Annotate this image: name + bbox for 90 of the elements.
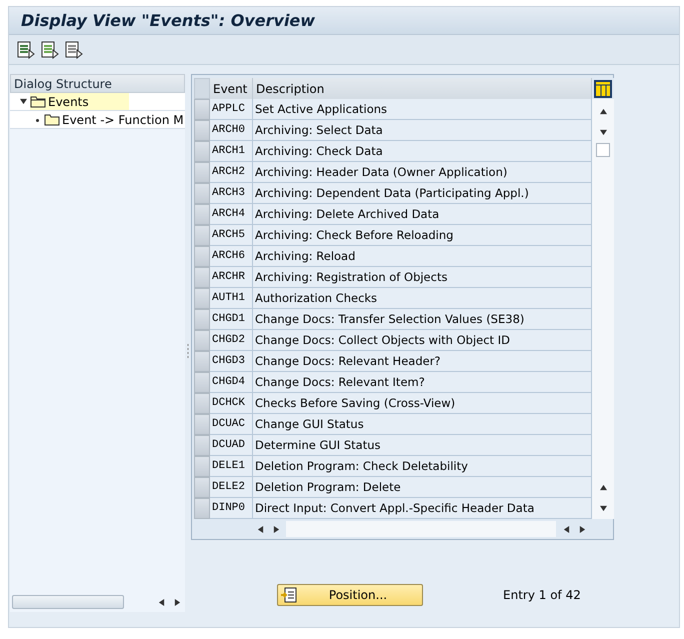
caret-icon xyxy=(20,98,26,105)
column-header[interactable]: Description xyxy=(253,78,592,99)
table-cell: DCUAC xyxy=(210,414,253,435)
table-cell: Archiving: Header Data (Owner Application) xyxy=(253,162,592,183)
table-cell: Set Active Applications xyxy=(253,99,592,120)
table-cell: DINP0 xyxy=(210,498,253,519)
row-selector[interactable] xyxy=(194,372,210,393)
right-arrow-icon xyxy=(272,526,280,532)
table-cell: Authorization Checks xyxy=(253,288,592,309)
row-selector[interactable] xyxy=(194,204,210,225)
row-selector[interactable] xyxy=(194,99,210,120)
table-cell: DCUAD xyxy=(210,435,253,456)
row-selector[interactable] xyxy=(194,288,210,309)
left-arrow-icon xyxy=(256,526,264,532)
down-arrow-icon xyxy=(600,505,606,512)
table-cell: Deletion Program: Delete xyxy=(253,477,592,498)
up-arrow-icon xyxy=(600,108,606,115)
table-cell: Archiving: Reload xyxy=(253,246,592,267)
table-cell: Change Docs: Collect Objects with Object ID xyxy=(253,330,592,351)
splitter-handle-icon[interactable] xyxy=(187,344,189,358)
row-selector[interactable] xyxy=(194,330,210,351)
table-cell: Change GUI Status xyxy=(253,414,592,435)
table-cell: ARCHR xyxy=(210,267,253,288)
table-cell: Archiving: Dependent Data (Participating Appl.) xyxy=(253,183,592,204)
row-selector[interactable] xyxy=(194,477,210,498)
row-selector[interactable] xyxy=(194,183,210,204)
row-selector[interactable] xyxy=(194,141,210,162)
table-cell: ARCH6 xyxy=(210,246,253,267)
position-button[interactable]: Position... xyxy=(277,584,423,606)
row-selector[interactable] xyxy=(194,267,210,288)
vertical-scrollbar[interactable] xyxy=(592,99,614,519)
right-arrow-icon xyxy=(174,598,180,606)
row-selector[interactable] xyxy=(194,225,210,246)
table-cell: ARCH4 xyxy=(210,204,253,225)
table-cell: Change Docs: Transfer Selection Values (SE38) xyxy=(253,309,592,330)
row-selector[interactable] xyxy=(194,456,210,477)
up-arrow-icon xyxy=(600,484,606,491)
row-selector[interactable] xyxy=(194,162,210,183)
table-cell: Checks Before Saving (Cross-View) xyxy=(253,393,592,414)
toolbar-button[interactable] xyxy=(41,40,59,58)
row-selector[interactable] xyxy=(194,309,210,330)
table-cell: Direct Input: Convert Appl.-Specific Header Data xyxy=(253,498,592,519)
row-selector[interactable] xyxy=(194,120,210,141)
folder-icon xyxy=(44,113,60,126)
position-icon xyxy=(281,587,297,603)
table-cell: Archiving: Registration of Objects xyxy=(253,267,592,288)
table-cell: Archiving: Check Data xyxy=(253,141,592,162)
row-selector[interactable] xyxy=(194,414,210,435)
scrollbar-thumb[interactable] xyxy=(596,143,610,157)
table-cell: ARCH5 xyxy=(210,225,253,246)
table-cell: CHGD2 xyxy=(210,330,253,351)
entry-count: Entry 1 of 42 xyxy=(503,588,581,602)
row-selector[interactable] xyxy=(194,393,210,414)
left-arrow-icon xyxy=(562,526,570,532)
folder-icon xyxy=(30,95,46,108)
table-cell: CHGD3 xyxy=(210,351,253,372)
row-selector[interactable] xyxy=(194,246,210,267)
toolbar-button[interactable] xyxy=(17,40,35,58)
table-cell: DELE1 xyxy=(210,456,253,477)
table-cell: CHGD4 xyxy=(210,372,253,393)
row-selector[interactable] xyxy=(194,498,210,519)
table-cell: APPLC xyxy=(210,99,253,120)
panel-header: Dialog Structure xyxy=(10,74,185,93)
table-cell: AUTH1 xyxy=(210,288,253,309)
down-arrow-icon xyxy=(600,129,606,136)
window-title: Display View "Events": Overview xyxy=(21,11,316,30)
table-cell: ARCH1 xyxy=(210,141,253,162)
tree-item[interactable]: Events xyxy=(30,93,129,110)
row-selector[interactable] xyxy=(194,351,210,372)
table-cell: CHGD1 xyxy=(210,309,253,330)
table-cell: Archiving: Check Before Reloading xyxy=(253,225,592,246)
column-header[interactable]: Event xyxy=(210,78,253,99)
table-cell: ARCH0 xyxy=(210,120,253,141)
left-arrow-icon xyxy=(158,598,164,606)
table-cell: Change Docs: Relevant Item? xyxy=(253,372,592,393)
table-cell: DELE2 xyxy=(210,477,253,498)
toolbar-button[interactable] xyxy=(65,40,83,58)
row-selector[interactable] xyxy=(194,435,210,456)
table-cell: Archiving: Select Data xyxy=(253,120,592,141)
table-cell: ARCH3 xyxy=(210,183,253,204)
table-cell: DCHCK xyxy=(210,393,253,414)
table-cell: Deletion Program: Check Deletability xyxy=(253,456,592,477)
table-cell: ARCH2 xyxy=(210,162,253,183)
table-cell: Archiving: Delete Archived Data xyxy=(253,204,592,225)
scrollbar-thumb[interactable] xyxy=(12,595,124,609)
table-cell: Change Docs: Relevant Header? xyxy=(253,351,592,372)
column-settings-icon[interactable] xyxy=(594,80,612,98)
right-arrow-icon xyxy=(578,526,586,532)
table-cell: Determine GUI Status xyxy=(253,435,592,456)
select-all-button[interactable] xyxy=(194,78,210,99)
